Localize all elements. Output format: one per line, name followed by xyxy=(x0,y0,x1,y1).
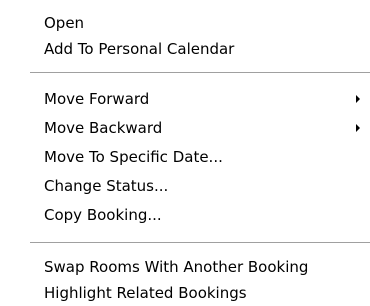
menu-item-add-to-personal-calendar[interactable]: Add To Personal Calendar xyxy=(0,36,370,62)
menu-item-label: Move Forward xyxy=(44,90,150,108)
menu-item-label: Change Status... xyxy=(44,177,169,195)
menu-item-copy-booking[interactable]: Copy Booking... xyxy=(0,202,370,228)
menu-separator xyxy=(30,242,370,244)
menu-item-open[interactable]: Open xyxy=(0,10,370,36)
menu-item-label: Open xyxy=(44,14,85,32)
menu-item-label: Swap Rooms With Another Booking xyxy=(44,258,309,276)
submenu-arrow-icon xyxy=(356,95,360,103)
menu-separator xyxy=(30,72,370,74)
menu-item-label: Add To Personal Calendar xyxy=(44,40,235,58)
menu-item-move-forward[interactable]: Move Forward xyxy=(0,86,370,112)
menu-item-label: Move Backward xyxy=(44,119,163,137)
menu-item-highlight-related-bookings[interactable]: Highlight Related Bookings xyxy=(0,280,370,306)
menu-item-move-to-specific-date[interactable]: Move To Specific Date... xyxy=(0,144,370,170)
context-menu: Open Add To Personal Calendar Move Forwa… xyxy=(0,0,370,304)
submenu-arrow-icon xyxy=(356,124,360,132)
menu-item-swap-rooms[interactable]: Swap Rooms With Another Booking xyxy=(0,254,370,280)
menu-item-move-backward[interactable]: Move Backward xyxy=(0,115,370,141)
menu-item-label: Move To Specific Date... xyxy=(44,148,223,166)
menu-item-change-status[interactable]: Change Status... xyxy=(0,173,370,199)
menu-item-label: Copy Booking... xyxy=(44,206,162,224)
menu-item-label: Highlight Related Bookings xyxy=(44,284,247,302)
